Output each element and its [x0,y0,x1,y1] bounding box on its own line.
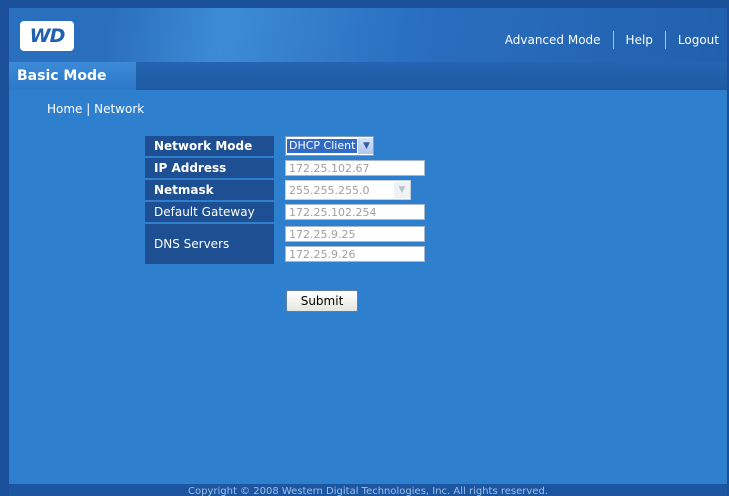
dns-secondary-input[interactable] [285,246,425,262]
ip-address-input[interactable] [285,160,425,176]
chevron-down-icon[interactable]: ▼ [394,182,410,198]
ip-address-row: IP Address [145,158,425,178]
netmask-value: 255.255.255.0 [289,183,370,197]
network-mode-value: DHCP Client [287,139,358,153]
help-link[interactable]: Help [626,33,653,47]
network-settings-form: Network Mode DHCP Client ▼ IP Address Ne… [145,134,425,266]
divider [612,31,614,49]
netmask-select[interactable]: 255.255.255.0 ▼ [285,180,411,200]
network-mode-label: Network Mode [145,136,274,156]
header-bar: WD Advanced Mode Help Logout [9,8,727,62]
default-gateway-input[interactable] [285,204,425,220]
dns-primary-input[interactable] [285,226,425,242]
chevron-down-icon[interactable]: ▼ [358,138,374,154]
app-frame: WD Advanced Mode Help Logout Basic Mode … [9,8,727,496]
basic-mode-tab[interactable]: Basic Mode [9,62,136,90]
netmask-label: Netmask [145,180,274,200]
breadcrumb-current: Network [94,102,145,116]
submit-button[interactable]: Submit [286,290,358,312]
ip-address-label: IP Address [145,158,274,178]
wd-logo[interactable]: WD [20,21,74,51]
breadcrumb: Home | Network [47,102,144,116]
logout-link[interactable]: Logout [678,33,719,47]
network-mode-row: Network Mode DHCP Client ▼ [145,136,425,156]
dns-row: DNS Servers [145,224,425,264]
mode-bar: Basic Mode [9,62,727,90]
divider [664,31,666,49]
network-mode-select[interactable]: DHCP Client ▼ [285,136,375,156]
dns-servers-label: DNS Servers [145,224,274,264]
breadcrumb-home-link[interactable]: Home [47,102,82,116]
logo-text: WD [29,25,66,47]
advanced-mode-link[interactable]: Advanced Mode [505,33,601,47]
gateway-row: Default Gateway [145,202,425,222]
top-links: Advanced Mode Help Logout [505,31,719,49]
netmask-row: Netmask 255.255.255.0 ▼ [145,180,425,200]
copyright-footer: Copyright © 2008 Western Digital Technol… [9,484,727,496]
breadcrumb-separator: | [82,102,95,116]
default-gateway-label: Default Gateway [145,202,274,222]
